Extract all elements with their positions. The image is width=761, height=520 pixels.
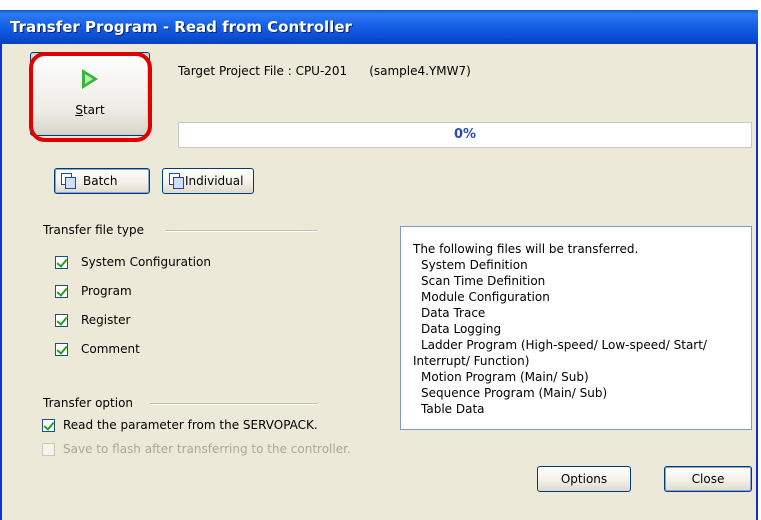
transfer-file-type-label: Transfer file type (43, 223, 144, 237)
checkbox-label: Comment (81, 342, 140, 356)
start-button[interactable]: Start (30, 52, 150, 136)
list-item: Scan Time Definition (421, 274, 546, 288)
batch-icon (61, 173, 76, 189)
check-icon (56, 314, 68, 326)
play-icon-highlight (85, 74, 93, 84)
checkbox-label: Save to flash after transferring to the … (63, 442, 351, 456)
checkbox-label: Program (81, 284, 132, 298)
transfer-program-dialog: Transfer Program - Read from Controller … (0, 10, 758, 520)
close-button[interactable]: Close (664, 466, 752, 492)
transfer-option-divider (150, 403, 318, 405)
list-item: Module Configuration (421, 290, 550, 304)
window-title: Transfer Program - Read from Controller (0, 10, 758, 44)
list-item: System Definition (421, 258, 528, 272)
list-item: Data Logging (421, 322, 502, 336)
target-project-file: Target Project File : CPU-201 (sample4.YM… (178, 64, 471, 78)
individual-button[interactable]: Individual (162, 168, 254, 194)
batch-label: Batch (83, 174, 118, 188)
individual-label: Individual (185, 174, 244, 188)
checkbox-box (42, 443, 55, 456)
transfer-file-type-divider (165, 230, 317, 232)
progress-bar: 0% (178, 122, 752, 148)
list-item: Ladder Program (High-speed/ Low-speed/ S… (421, 338, 707, 352)
check-icon (56, 343, 68, 355)
check-icon (43, 419, 55, 431)
list-item: Sequence Program (Main/ Sub) (421, 386, 608, 400)
start-button-label: Start (75, 103, 105, 117)
list-item: Table Data (421, 402, 485, 416)
checkbox-box[interactable] (55, 343, 68, 356)
checkbox-box[interactable] (55, 285, 68, 298)
transfer-file-list[interactable]: The following files will be transferred.… (400, 226, 752, 430)
checkbox-box[interactable] (55, 256, 68, 269)
file-list-header: The following files will be transferred. (413, 242, 639, 256)
checkbox-box[interactable] (55, 314, 68, 327)
options-button[interactable]: Options (537, 466, 631, 492)
checkbox-label: Read the parameter from the SERVOPACK. (63, 418, 318, 432)
list-item: Data Trace (421, 306, 486, 320)
target-filename: (sample4.YMW7) (369, 64, 471, 78)
list-item: Interrupt/ Function) (413, 354, 530, 368)
checkbox-box[interactable] (42, 419, 55, 432)
target-label: Target Project File : CPU-201 (178, 64, 348, 78)
batch-button[interactable]: Batch (54, 168, 150, 194)
checkbox-label: System Configuration (81, 255, 211, 269)
transfer-option-label: Transfer option (43, 396, 134, 410)
check-icon (56, 285, 68, 297)
individual-icon (169, 173, 184, 189)
progress-text: 0% (453, 127, 477, 142)
check-icon (56, 256, 68, 268)
checkbox-label: Register (81, 313, 131, 327)
list-item: Motion Program (Main/ Sub) (421, 370, 589, 384)
